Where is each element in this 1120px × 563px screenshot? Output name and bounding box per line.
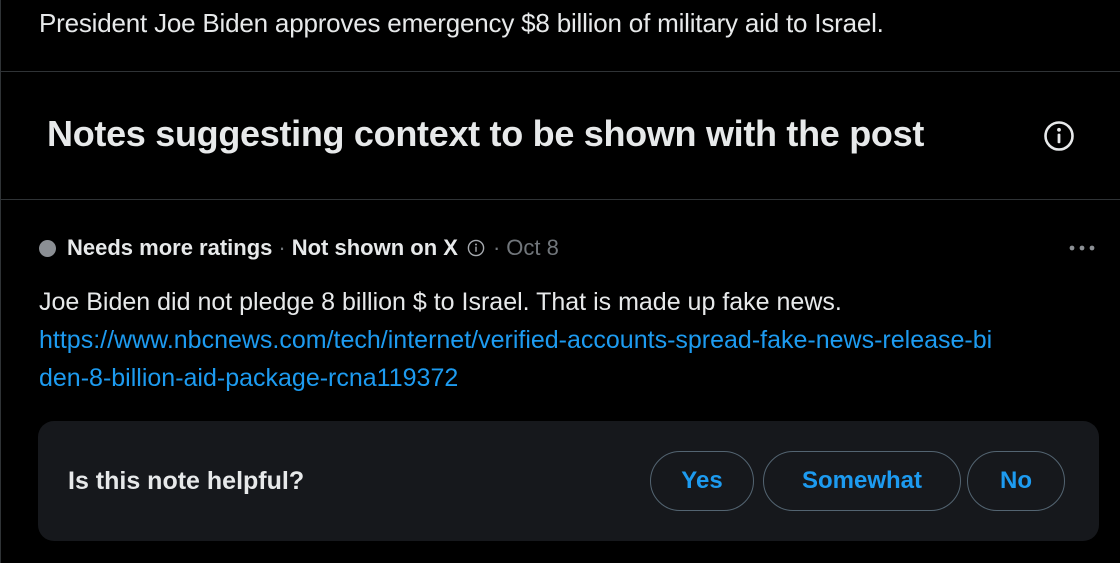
post-text: President Joe Biden approves emergency $… [39,8,884,38]
somewhat-button[interactable]: Somewhat [763,451,961,511]
note-text: Joe Biden did not pledge 8 billion $ to … [39,288,842,316]
note-body: Joe Biden did not pledge 8 billion $ to … [39,283,1039,397]
more-horizontal-icon[interactable] [1067,236,1097,260]
status-dot-icon [39,239,56,257]
note-meta: Needs more ratings · Not shown on X · Oc… [39,232,559,264]
helpful-rating-card: Is this note helpful? Yes Somewhat No [38,421,1099,541]
no-button[interactable]: No [967,451,1065,511]
community-notes-panel: President Joe Biden approves emergency $… [0,0,1120,563]
meta-separator: · [278,235,286,260]
helpful-question: Is this note helpful? [68,467,305,495]
divider [1,71,1120,72]
meta-separator: · [492,235,501,260]
visibility-info-icon[interactable] [467,239,485,257]
note-visibility: Not shown on X [291,235,458,260]
divider [1,199,1120,200]
info-icon[interactable] [1043,120,1075,152]
section-heading: Notes suggesting context to be shown wit… [47,113,925,154]
yes-button[interactable]: Yes [650,451,754,511]
note-date: Oct 8 [506,235,559,260]
note-source-link[interactable]: https://www.nbcnews.com/tech/internet/ve… [39,321,999,397]
note-status: Needs more ratings [67,235,273,260]
